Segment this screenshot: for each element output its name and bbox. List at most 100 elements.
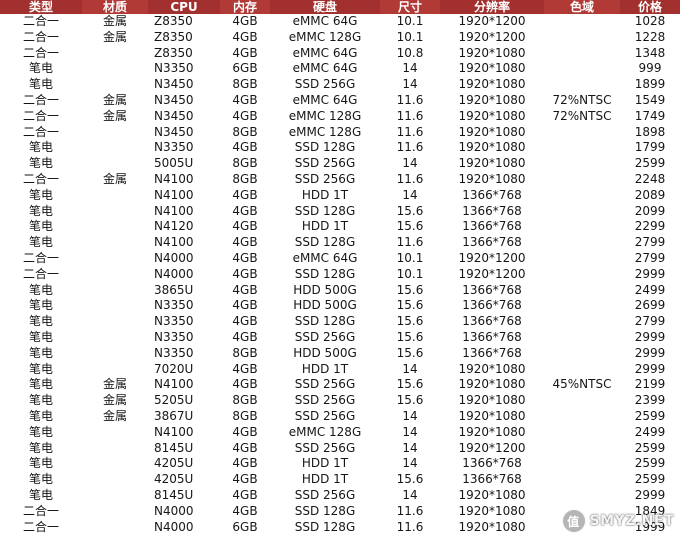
cell-color-gamut[interactable]: 72%NTSC xyxy=(544,109,620,125)
cell-cpu[interactable]: 5005U xyxy=(148,156,220,172)
cell-material[interactable]: 金属 xyxy=(82,409,148,425)
cell-cpu[interactable]: N4000 xyxy=(148,520,220,536)
cell-material[interactable] xyxy=(82,61,148,77)
cell-material[interactable] xyxy=(82,77,148,93)
cell-type[interactable]: 笔电 xyxy=(0,330,82,346)
cell-memory[interactable]: 6GB xyxy=(220,61,270,77)
cell-memory[interactable]: 8GB xyxy=(220,172,270,188)
cell-color-gamut[interactable] xyxy=(544,346,620,362)
cell-price[interactable]: 2499 xyxy=(620,283,680,299)
cell-type[interactable]: 笔电 xyxy=(0,456,82,472)
cell-type[interactable]: 笔电 xyxy=(0,156,82,172)
cell-size[interactable]: 15.6 xyxy=(380,346,440,362)
cell-type[interactable]: 二合一 xyxy=(0,504,82,520)
cell-color-gamut[interactable]: 45%NTSC xyxy=(544,377,620,393)
cell-cpu[interactable]: Z8350 xyxy=(148,14,220,30)
cell-storage[interactable]: SSD 256G xyxy=(270,393,380,409)
cell-material[interactable]: 金属 xyxy=(82,377,148,393)
cell-storage[interactable]: eMMC 128G xyxy=(270,109,380,125)
cell-size[interactable]: 14 xyxy=(380,362,440,378)
cell-resolution[interactable]: 1920*1080 xyxy=(440,109,544,125)
cell-resolution[interactable]: 1366*768 xyxy=(440,188,544,204)
cell-price[interactable]: 1799 xyxy=(620,140,680,156)
cell-type[interactable]: 笔电 xyxy=(0,77,82,93)
cell-color-gamut[interactable] xyxy=(544,314,620,330)
cell-type[interactable]: 笔电 xyxy=(0,235,82,251)
cell-color-gamut[interactable] xyxy=(544,298,620,314)
cell-color-gamut[interactable] xyxy=(544,77,620,93)
cell-size[interactable]: 11.6 xyxy=(380,140,440,156)
cell-material[interactable]: 金属 xyxy=(82,393,148,409)
cell-memory[interactable]: 8GB xyxy=(220,409,270,425)
cell-cpu[interactable]: N3350 xyxy=(148,346,220,362)
cell-size[interactable]: 11.6 xyxy=(380,504,440,520)
cell-resolution[interactable]: 1920*1080 xyxy=(440,377,544,393)
cell-resolution[interactable]: 1920*1080 xyxy=(440,93,544,109)
cell-storage[interactable]: eMMC 128G xyxy=(270,125,380,141)
cell-price[interactable]: 2089 xyxy=(620,188,680,204)
cell-resolution[interactable]: 1920*1080 xyxy=(440,61,544,77)
cell-price[interactable]: 2499 xyxy=(620,425,680,441)
cell-resolution[interactable]: 1920*1080 xyxy=(440,504,544,520)
header-price[interactable]: 价格 xyxy=(620,0,680,14)
cell-memory[interactable]: 4GB xyxy=(220,425,270,441)
cell-size[interactable]: 10.1 xyxy=(380,30,440,46)
cell-color-gamut[interactable] xyxy=(544,456,620,472)
cell-material[interactable] xyxy=(82,251,148,267)
cell-cpu[interactable]: Z8350 xyxy=(148,46,220,62)
cell-price[interactable]: 2299 xyxy=(620,219,680,235)
cell-memory[interactable]: 4GB xyxy=(220,441,270,457)
cell-size[interactable]: 15.6 xyxy=(380,298,440,314)
cell-material[interactable]: 金属 xyxy=(82,14,148,30)
cell-cpu[interactable]: 4205U xyxy=(148,456,220,472)
cell-type[interactable]: 二合一 xyxy=(0,520,82,536)
cell-type[interactable]: 二合一 xyxy=(0,125,82,141)
cell-color-gamut[interactable] xyxy=(544,251,620,267)
cell-cpu[interactable]: N4100 xyxy=(148,235,220,251)
cell-cpu[interactable]: N4100 xyxy=(148,172,220,188)
cell-memory[interactable]: 4GB xyxy=(220,488,270,504)
cell-cpu[interactable]: N3450 xyxy=(148,125,220,141)
cell-memory[interactable]: 4GB xyxy=(220,251,270,267)
cell-material[interactable] xyxy=(82,520,148,536)
cell-storage[interactable]: SSD 256G xyxy=(270,377,380,393)
cell-price[interactable]: 2999 xyxy=(620,488,680,504)
cell-type[interactable]: 笔电 xyxy=(0,362,82,378)
cell-memory[interactable]: 4GB xyxy=(220,93,270,109)
cell-color-gamut[interactable] xyxy=(544,409,620,425)
cell-resolution[interactable]: 1920*1080 xyxy=(440,77,544,93)
cell-storage[interactable]: eMMC 64G xyxy=(270,46,380,62)
cell-color-gamut[interactable] xyxy=(544,472,620,488)
cell-size[interactable]: 11.6 xyxy=(380,235,440,251)
cell-resolution[interactable]: 1920*1080 xyxy=(440,425,544,441)
cell-storage[interactable]: SSD 128G xyxy=(270,267,380,283)
cell-price[interactable]: 2599 xyxy=(620,441,680,457)
cell-color-gamut[interactable] xyxy=(544,283,620,299)
cell-size[interactable]: 14 xyxy=(380,456,440,472)
cell-resolution[interactable]: 1920*1080 xyxy=(440,393,544,409)
cell-price[interactable]: 2999 xyxy=(620,362,680,378)
cell-resolution[interactable]: 1920*1080 xyxy=(440,488,544,504)
cell-type[interactable]: 二合一 xyxy=(0,14,82,30)
cell-size[interactable]: 15.6 xyxy=(380,472,440,488)
cell-resolution[interactable]: 1920*1200 xyxy=(440,30,544,46)
cell-memory[interactable]: 6GB xyxy=(220,520,270,536)
cell-type[interactable]: 二合一 xyxy=(0,109,82,125)
cell-storage[interactable]: eMMC 128G xyxy=(270,425,380,441)
cell-resolution[interactable]: 1920*1200 xyxy=(440,441,544,457)
cell-type[interactable]: 笔电 xyxy=(0,425,82,441)
cell-color-gamut[interactable] xyxy=(544,30,620,46)
cell-type[interactable]: 二合一 xyxy=(0,251,82,267)
cell-size[interactable]: 11.6 xyxy=(380,125,440,141)
cell-memory[interactable]: 4GB xyxy=(220,30,270,46)
cell-material[interactable] xyxy=(82,425,148,441)
cell-type[interactable]: 笔电 xyxy=(0,314,82,330)
cell-resolution[interactable]: 1366*768 xyxy=(440,314,544,330)
cell-material[interactable] xyxy=(82,314,148,330)
cell-cpu[interactable]: N4100 xyxy=(148,377,220,393)
cell-type[interactable]: 笔电 xyxy=(0,298,82,314)
cell-size[interactable]: 15.6 xyxy=(380,219,440,235)
cell-material[interactable] xyxy=(82,362,148,378)
cell-cpu[interactable]: 8145U xyxy=(148,488,220,504)
cell-price[interactable]: 2999 xyxy=(620,267,680,283)
